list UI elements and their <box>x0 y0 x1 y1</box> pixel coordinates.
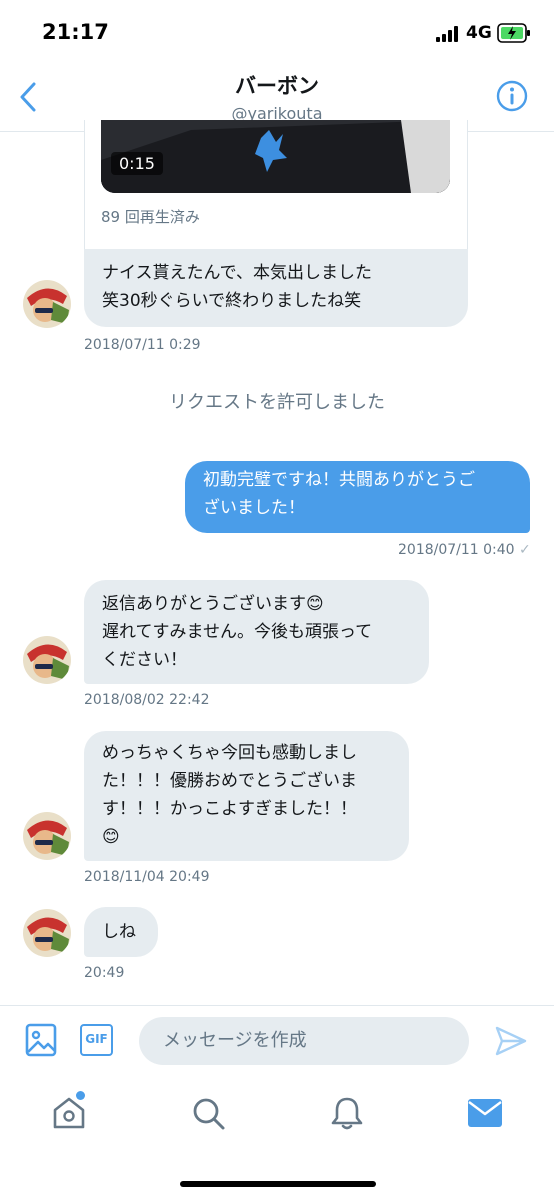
message-line: ください！ <box>102 650 187 670</box>
message-bubble-incoming[interactable]: ナイス貰えたんで、本気出しました 笑30秒ぐらいで終わりましたね笑 <box>84 249 468 327</box>
sender-avatar[interactable] <box>23 909 71 957</box>
message-line: 遅れてすみません。今後も頑張って <box>102 622 373 642</box>
avatar-image <box>23 909 71 957</box>
message-bubble-incoming[interactable]: めっちゃくちゃ今回も感動しまし た！！！優勝おめでとうございま す！！！かっこよ… <box>84 731 409 861</box>
message-bubble-incoming[interactable]: 返信ありがとうございます😊 遅れてすみません。今後も頑張って ください！ <box>84 580 429 684</box>
avatar-image <box>23 280 71 328</box>
sent-check-icon: ✓ <box>519 542 531 558</box>
notification-dot <box>76 1091 85 1100</box>
message-bubble-incoming[interactable]: しね <box>84 907 158 957</box>
message-line: 笑30秒ぐらいで終わりましたね笑 <box>102 291 362 311</box>
message-line: ざいました！ <box>203 498 305 518</box>
messages-envelope-icon[interactable] <box>468 1099 502 1127</box>
send-icon[interactable] <box>495 1026 527 1056</box>
system-notice: リクエストを許可しました <box>169 392 385 413</box>
avatar-image <box>23 636 71 684</box>
message-line: 初動完璧ですね！共闘ありがとうご <box>203 470 475 490</box>
video-view-count: 89 回再生済み <box>101 208 200 226</box>
message-line: た！！！優勝おめでとうございま <box>102 771 357 791</box>
message-timestamp: 2018/07/11 0:40 ✓ <box>398 542 531 558</box>
home-icon <box>53 1097 85 1129</box>
message-timestamp: 2018/11/04 20:49 <box>84 869 210 885</box>
message-line: 返信ありがとうございます😊 <box>102 594 324 614</box>
compose-divider <box>0 1005 554 1006</box>
compose-placeholder: メッセージを作成 <box>163 1030 307 1051</box>
notifications-bell-icon[interactable] <box>329 1095 365 1131</box>
message-timestamp: 2018/08/02 22:42 <box>84 692 210 708</box>
message-bubble-outgoing[interactable]: 初動完璧ですね！共闘ありがとうご ざいました！ <box>185 461 530 533</box>
message-line: しね <box>102 922 136 942</box>
conversation-title: バーボン <box>235 74 319 98</box>
status-time: 21:17 <box>42 20 109 44</box>
message-line: めっちゃくちゃ今回も感動しまし <box>102 743 357 763</box>
image-picker-icon[interactable] <box>25 1023 57 1057</box>
message-compose-input[interactable]: メッセージを作成 <box>139 1017 469 1065</box>
message-timestamp: 20:49 <box>84 965 125 981</box>
video-duration-badge: 0:15 <box>111 152 163 175</box>
search-icon[interactable] <box>190 1095 226 1131</box>
sender-avatar[interactable] <box>23 280 71 328</box>
message-line: ナイス貰えたんで、本気出しました <box>102 263 372 283</box>
sender-avatar[interactable] <box>23 812 71 860</box>
timestamp-text: 2018/07/11 0:40 <box>398 542 515 558</box>
info-icon[interactable] <box>496 80 528 112</box>
gif-button[interactable]: GIF <box>80 1024 113 1056</box>
gif-label: GIF <box>85 1032 108 1046</box>
battery-charging-icon <box>497 23 530 43</box>
sender-avatar[interactable] <box>23 636 71 684</box>
message-timestamp: 2018/07/11 0:29 <box>84 337 201 353</box>
tab-home[interactable] <box>50 1091 88 1132</box>
signal-icon <box>436 26 458 42</box>
avatar-image <box>23 812 71 860</box>
message-line: 😊 <box>102 827 120 847</box>
network-type: 4G <box>466 23 492 43</box>
home-indicator <box>180 1181 376 1187</box>
message-line: す！！！かっこよすぎました！！ <box>102 799 357 819</box>
